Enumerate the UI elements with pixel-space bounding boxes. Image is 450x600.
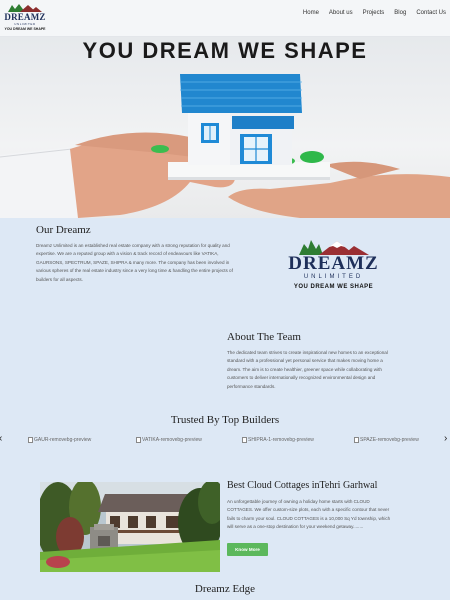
hero-banner: YOU DREAM WE SHAPE [0, 37, 450, 218]
broken-image-icon [136, 437, 141, 443]
cottage-photo [40, 482, 220, 572]
builder-logo-shipra: SHIPRA-1-removebg-preview [242, 437, 314, 443]
carousel-prev-icon[interactable]: ‹ [0, 433, 2, 444]
main-nav: Home About us Projects Blog Contact Us [293, 10, 446, 16]
cottages-line: An unforgettable journey of owning a hol… [227, 499, 370, 504]
builder-alt-text: GAUR-removebg-preview [34, 437, 92, 443]
logo-brand: DREAMZ [288, 253, 379, 274]
dreamz-edge-title: Dreamz Edge [194, 583, 256, 595]
cottages-title: Best Cloud Cottages inTehri Garhwal [227, 480, 378, 491]
broken-image-icon [28, 437, 33, 443]
about-team-title: About The Team [227, 331, 301, 343]
builder-logo-vatika: VATIKA-removebg-preview [136, 437, 202, 443]
dreamz-logo-large: DREAMZ UNLIMITED YOU DREAM WE SHAPE [285, 238, 382, 296]
team-line: standard with a professional yet persona… [227, 358, 383, 364]
our-dreamz-line: Dreamz Unlimited is an established real … [36, 243, 230, 248]
our-dreamz-line: builders for all aspects. [36, 276, 83, 282]
cottage-image [40, 482, 220, 572]
builders-title: Trusted By Top Builders [170, 414, 280, 426]
cottages-line: will serve as a one-stop destination for… [227, 524, 364, 530]
our-dreamz-line: GAURSONS, SPECTRUM, SPAZE, SHIPRA & many… [36, 259, 230, 265]
nav-home[interactable]: Home [303, 10, 319, 16]
builder-alt-text: VATIKA-removebg-preview [142, 437, 202, 443]
nav-contact-us[interactable]: Contact Us [416, 10, 446, 16]
logo-tagline: YOU DREAM WE SHAPE [4, 27, 46, 31]
site-header: DREAMZ UNLIMITED YOU DREAM WE SHAPE Home… [0, 0, 450, 37]
nav-about-us[interactable]: About us [329, 10, 353, 16]
logo-brand: DREAMZ [4, 12, 46, 22]
carousel-next-icon[interactable]: › [444, 433, 447, 444]
nav-projects[interactable]: Projects [363, 10, 385, 16]
our-dreamz-line: various spheres of the real estate indus… [36, 268, 233, 274]
team-line: The dedicated team strives to create ins… [227, 350, 388, 355]
hero-title: YOU DREAM WE SHAPE [82, 38, 368, 63]
cottages-line: COTTAGES. We offer custom-size plots, ea… [227, 507, 390, 513]
logo-sub: UNLIMITED [14, 22, 36, 26]
builder-alt-text: SHIPRA-1-removebg-preview [248, 437, 314, 443]
our-dreamz-title: Our Dreamz [36, 224, 91, 236]
our-dreamz-line: expertise. We are a reputed group with a… [36, 251, 219, 257]
team-line: dream. The aim is to create healthier, g… [227, 366, 382, 372]
hands-holding-house-image [0, 74, 450, 218]
logo-tagline: YOU DREAM WE SHAPE [293, 284, 374, 290]
builder-logo-gaur: GAUR-removebg-preview [28, 437, 91, 443]
logo-sub: UNLIMITED [303, 274, 364, 280]
team-line: customers to deliver internationally rec… [227, 375, 376, 381]
about-team-text: The dedicated team strives to create ins… [227, 349, 427, 391]
cottages-line: fails to charm your soul. CLOUD COTTAGES… [227, 515, 391, 521]
mountain-icon [8, 4, 42, 12]
builder-alt-text: SPAZE-removebg-preview [360, 437, 419, 443]
know-more-button[interactable]: Know More [227, 543, 268, 556]
broken-image-icon [354, 437, 359, 443]
team-line: performance standards. [227, 383, 276, 389]
our-dreamz-text: Dreamz Unlimited is an established real … [36, 242, 258, 284]
cottages-text: An unforgettable journey of owning a hol… [227, 498, 427, 532]
builder-logo-spaze: SPAZE-removebg-preview [354, 437, 419, 443]
site-logo[interactable]: DREAMZ UNLIMITED YOU DREAM WE SHAPE [4, 4, 46, 34]
nav-blog[interactable]: Blog [394, 10, 406, 16]
broken-image-icon [242, 437, 247, 443]
